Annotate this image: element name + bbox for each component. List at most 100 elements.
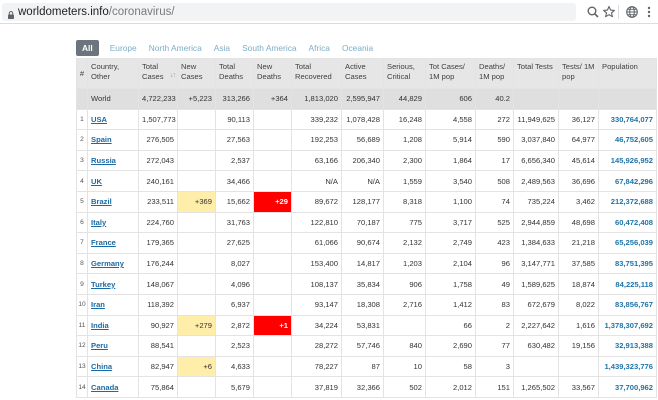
sort-icon[interactable]: ↓↑ — [170, 71, 176, 81]
country-link[interactable]: USA — [91, 115, 107, 124]
cell-deaths-per-1m: 3 — [475, 355, 514, 378]
column-header-new-deaths[interactable]: New Deaths — [253, 58, 292, 89]
country-link[interactable]: Spain — [91, 135, 112, 144]
column-header-deaths-per-1m[interactable]: Deaths/ 1M pop — [475, 58, 514, 89]
column-header-label: New Cases — [181, 62, 203, 81]
cell-total-cases: 276,505 — [138, 129, 178, 151]
country-link[interactable]: UK — [91, 177, 102, 186]
population-link[interactable]: 1,378,307,692 — [604, 321, 653, 330]
tab-africa[interactable]: Africa — [304, 40, 335, 56]
population-link[interactable]: 37,700,962 — [615, 383, 653, 392]
cell-country: Spain — [87, 129, 139, 151]
column-header-total-recovered[interactable]: Total Recovered — [291, 58, 342, 89]
cell-total-recovered: N/A — [291, 170, 342, 192]
population-link[interactable]: 84,225,118 — [615, 280, 653, 289]
population-link[interactable]: 1,439,323,776 — [604, 362, 653, 371]
tab-asia[interactable]: Asia — [209, 40, 235, 56]
population-link[interactable]: 212,372,688 — [611, 197, 653, 206]
cell-total-tests: 1,589,625 — [513, 273, 559, 295]
cell-tests-per-1m: 21,218 — [558, 232, 599, 254]
tab-europe[interactable]: Europe — [105, 40, 142, 56]
url-path: /coronavirus/ — [108, 6, 175, 18]
browser-toolbar: worldometers.info/coronavirus/ — [0, 0, 658, 24]
column-header-idx[interactable]: # — [76, 58, 88, 89]
column-header-population[interactable]: Population — [598, 58, 657, 89]
column-header-total-deaths[interactable]: Total Deaths — [215, 58, 254, 89]
star-icon[interactable] — [602, 5, 616, 19]
cell-country: Germany — [87, 252, 139, 275]
column-header-total-cases[interactable]: Total Cases ↓↑ — [138, 58, 178, 89]
globe-icon[interactable] — [625, 5, 639, 19]
population-link[interactable]: 83,856,767 — [615, 300, 653, 309]
population-link[interactable]: 330,764,077 — [611, 115, 653, 124]
address-bar[interactable]: worldometers.info/coronavirus/ — [2, 3, 615, 21]
cell-total-deaths: 4,096 — [215, 273, 254, 295]
table-row: 8 Germany 176,244 8,027 153,400 14,817 1,203 2,… — [76, 252, 657, 275]
population-link[interactable]: 32,913,388 — [615, 341, 653, 350]
cell-new-cases — [177, 149, 216, 172]
country-link[interactable]: Canada — [91, 383, 118, 392]
cell-deaths-per-1m: 74 — [475, 190, 514, 213]
tab-oceania[interactable]: Oceania — [337, 40, 378, 56]
cell-cases-per-1m: 3,540 — [425, 170, 476, 192]
country-link[interactable]: Peru — [91, 341, 108, 350]
column-header-tests-per-1m[interactable]: Tests/ 1M pop — [558, 58, 599, 89]
kebab-menu-icon[interactable] — [642, 5, 656, 19]
column-header-total-tests[interactable]: Total Tests — [513, 58, 559, 89]
cell-tests-per-1m: 19,156 — [558, 335, 599, 357]
country-link[interactable]: Germany — [91, 259, 124, 268]
cell-serious: 775 — [383, 211, 426, 234]
cell-total-recovered: 61,066 — [291, 232, 342, 254]
cell-serious: 1,559 — [383, 170, 426, 192]
cell-cases-per-1m: 606 — [425, 88, 476, 110]
table-row: 11 India 90,927 +279 2,872 +1 34,224 53,831 66 2 2… — [76, 314, 657, 337]
population-link[interactable]: 46,752,605 — [615, 135, 653, 144]
country-link[interactable]: Brazil — [91, 197, 112, 206]
country-link[interactable]: Italy — [91, 218, 106, 227]
zoom-icon[interactable] — [586, 5, 600, 19]
cell-deaths-per-1m: 96 — [475, 252, 514, 275]
cell-cases-per-1m: 2,749 — [425, 232, 476, 254]
cell-serious: 8,318 — [383, 190, 426, 213]
tab-south-america[interactable]: South America — [237, 40, 301, 56]
cell-cases-per-1m: 1,864 — [425, 149, 476, 172]
lock-icon[interactable] — [6, 7, 16, 19]
cell-population: 37,700,962 — [598, 376, 657, 398]
cell-tests-per-1m: 3,462 — [558, 190, 599, 213]
cell-new-cases — [177, 129, 216, 151]
tab-all[interactable]: All — [76, 40, 99, 56]
column-header-country[interactable]: Country, Other — [87, 58, 139, 89]
tab-north-america[interactable]: North America — [144, 40, 207, 56]
cell-new-deaths — [253, 355, 292, 378]
column-header-cases-per-1m[interactable]: Tot Cases/ 1M pop — [425, 58, 476, 89]
population-link[interactable]: 60,472,408 — [615, 218, 653, 227]
population-link[interactable]: 145,926,952 — [611, 156, 653, 165]
country-link[interactable]: Turkey — [91, 280, 115, 289]
toolbar-divider — [618, 5, 619, 19]
cell-tests-per-1m — [558, 88, 599, 110]
url-text[interactable]: worldometers.info/coronavirus/ — [18, 6, 175, 18]
cell-total-recovered: 153,400 — [291, 252, 342, 275]
country-link[interactable]: India — [91, 321, 109, 330]
country-link[interactable]: China — [91, 362, 112, 371]
cell-total-recovered: 122,810 — [291, 211, 342, 234]
cell-population: 330,764,077 — [598, 108, 657, 131]
cell-total-recovered: 28,272 — [291, 335, 342, 357]
column-header-serious[interactable]: Serious, Critical — [383, 58, 426, 89]
country-link[interactable]: Iran — [91, 300, 105, 309]
cell-cases-per-1m: 1,100 — [425, 190, 476, 213]
column-header-active-cases[interactable]: Active Cases — [341, 58, 384, 89]
stats-table: # Country, Other Total Cases ↓↑ New Cases Tot… — [76, 58, 657, 398]
column-header-new-cases[interactable]: New Cases — [177, 58, 216, 89]
cell-serious: 2,716 — [383, 293, 426, 316]
population-link[interactable]: 65,256,039 — [615, 238, 653, 247]
cell-total-cases: 4,722,233 — [138, 88, 178, 110]
population-link[interactable]: 67,842,296 — [615, 177, 653, 186]
country-link[interactable]: Russia — [91, 156, 116, 165]
cell-active-cases: 57,746 — [341, 335, 384, 357]
cell-serious: 16,248 — [383, 108, 426, 131]
population-link[interactable]: 83,751,395 — [615, 259, 653, 268]
country-link[interactable]: France — [91, 238, 116, 247]
cell-country: World — [87, 88, 139, 110]
table-body: World 4,722,233 +5,223 313,266 +364 1,813,020… — [76, 88, 657, 398]
